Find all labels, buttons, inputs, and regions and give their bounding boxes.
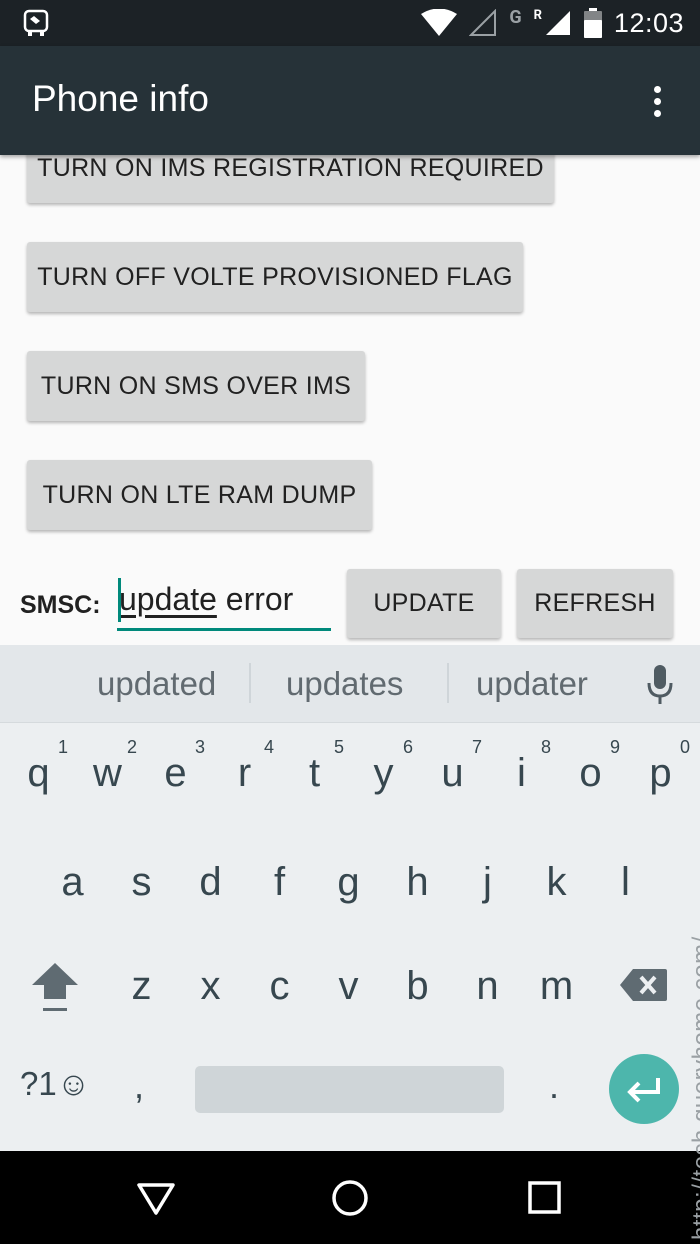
volte-provisioned-button[interactable]: TURN OFF VOLTE PROVISIONED FLAG bbox=[27, 242, 523, 312]
clock: 12:03 bbox=[613, 7, 684, 38]
key-o[interactable]: 9o bbox=[556, 729, 625, 825]
suggestion-divider bbox=[249, 663, 251, 703]
recents-icon[interactable] bbox=[525, 1179, 565, 1219]
watermark: http://tech.queryhome.com/ bbox=[688, 936, 700, 1240]
navigation-bar bbox=[0, 1151, 700, 1244]
network-type-label: G bbox=[509, 6, 522, 28]
key-c[interactable]: c bbox=[245, 942, 314, 1038]
enter-icon bbox=[627, 1078, 660, 1103]
key-i[interactable]: 8i bbox=[487, 729, 556, 825]
battery-icon bbox=[583, 8, 602, 38]
suggestion-2[interactable]: updates bbox=[286, 665, 403, 703]
key-l[interactable]: l bbox=[591, 838, 660, 934]
keyboard-divider bbox=[0, 722, 700, 723]
key-m[interactable]: m bbox=[522, 942, 591, 1038]
signal-empty-icon bbox=[469, 9, 497, 36]
space-bar[interactable] bbox=[195, 1066, 504, 1113]
refresh-button[interactable]: REFRESH bbox=[517, 569, 673, 638]
key-t[interactable]: 5t bbox=[280, 729, 349, 825]
key-comma[interactable]: , bbox=[134, 1065, 144, 1107]
ims-registration-button[interactable]: TURN ON IMS REGISTRATION REQUIRED bbox=[27, 155, 554, 203]
key-w[interactable]: 2w bbox=[73, 729, 142, 825]
app-notification-icon bbox=[23, 9, 49, 36]
key-y[interactable]: 6y bbox=[349, 729, 418, 825]
suggestion-1[interactable]: updated bbox=[97, 665, 216, 703]
smsc-label: SMSC: bbox=[20, 591, 101, 619]
key-s[interactable]: s bbox=[107, 838, 176, 934]
key-u[interactable]: 7u bbox=[418, 729, 487, 825]
key-n[interactable]: n bbox=[453, 942, 522, 1038]
input-underline bbox=[117, 628, 331, 631]
smsc-input[interactable]: update error bbox=[117, 573, 331, 631]
key-period[interactable]: . bbox=[549, 1065, 559, 1107]
input-text-rest: error bbox=[216, 581, 294, 617]
key-a[interactable]: a bbox=[38, 838, 107, 934]
key-e[interactable]: 3e bbox=[141, 729, 210, 825]
enter-button[interactable] bbox=[609, 1054, 679, 1124]
backspace-icon[interactable] bbox=[619, 967, 669, 1003]
lte-ram-dump-button[interactable]: TURN ON LTE RAM DUMP bbox=[27, 460, 372, 530]
key-b[interactable]: b bbox=[383, 942, 452, 1038]
soft-keyboard: updated updates updater 1q 2w 3e 4r 5t 6… bbox=[0, 645, 700, 1151]
key-x[interactable]: x bbox=[176, 942, 245, 1038]
key-k[interactable]: k bbox=[522, 838, 591, 934]
key-z[interactable]: z bbox=[107, 942, 176, 1038]
key-r[interactable]: 4r bbox=[210, 729, 279, 825]
phone-info-content[interactable]: TURN ON IMS REGISTRATION REQUIRED TURN O… bbox=[0, 155, 700, 645]
roaming-label: R bbox=[533, 7, 542, 23]
key-p[interactable]: 0p bbox=[626, 729, 695, 825]
signal-roaming-icon bbox=[545, 11, 570, 35]
symbols-key[interactable]: ?1☺ bbox=[20, 1065, 90, 1103]
sms-over-ims-button[interactable]: TURN ON SMS OVER IMS bbox=[27, 351, 365, 421]
key-f[interactable]: f bbox=[245, 838, 314, 934]
key-h[interactable]: h bbox=[383, 838, 452, 934]
shift-icon[interactable] bbox=[30, 961, 80, 1015]
key-d[interactable]: d bbox=[176, 838, 245, 934]
microphone-icon[interactable] bbox=[647, 665, 673, 705]
key-v[interactable]: v bbox=[314, 942, 383, 1038]
wifi-icon bbox=[421, 9, 458, 36]
key-j[interactable]: j bbox=[453, 838, 522, 934]
suggestion-strip: updated updates updater bbox=[0, 645, 700, 722]
home-icon[interactable] bbox=[330, 1179, 370, 1219]
composing-text: update bbox=[119, 581, 217, 617]
more-vert-icon[interactable] bbox=[646, 84, 670, 120]
text-cursor bbox=[118, 578, 121, 622]
key-g[interactable]: g bbox=[314, 838, 383, 934]
app-bar: Phone info bbox=[0, 46, 700, 155]
update-button[interactable]: UPDATE bbox=[347, 569, 501, 638]
suggestion-3[interactable]: updater bbox=[476, 665, 588, 703]
status-bar: G R 12:03 bbox=[0, 0, 700, 46]
key-q[interactable]: 1q bbox=[4, 729, 73, 825]
back-icon[interactable] bbox=[136, 1179, 176, 1219]
page-title: Phone info bbox=[32, 78, 209, 119]
suggestion-divider bbox=[447, 663, 449, 703]
